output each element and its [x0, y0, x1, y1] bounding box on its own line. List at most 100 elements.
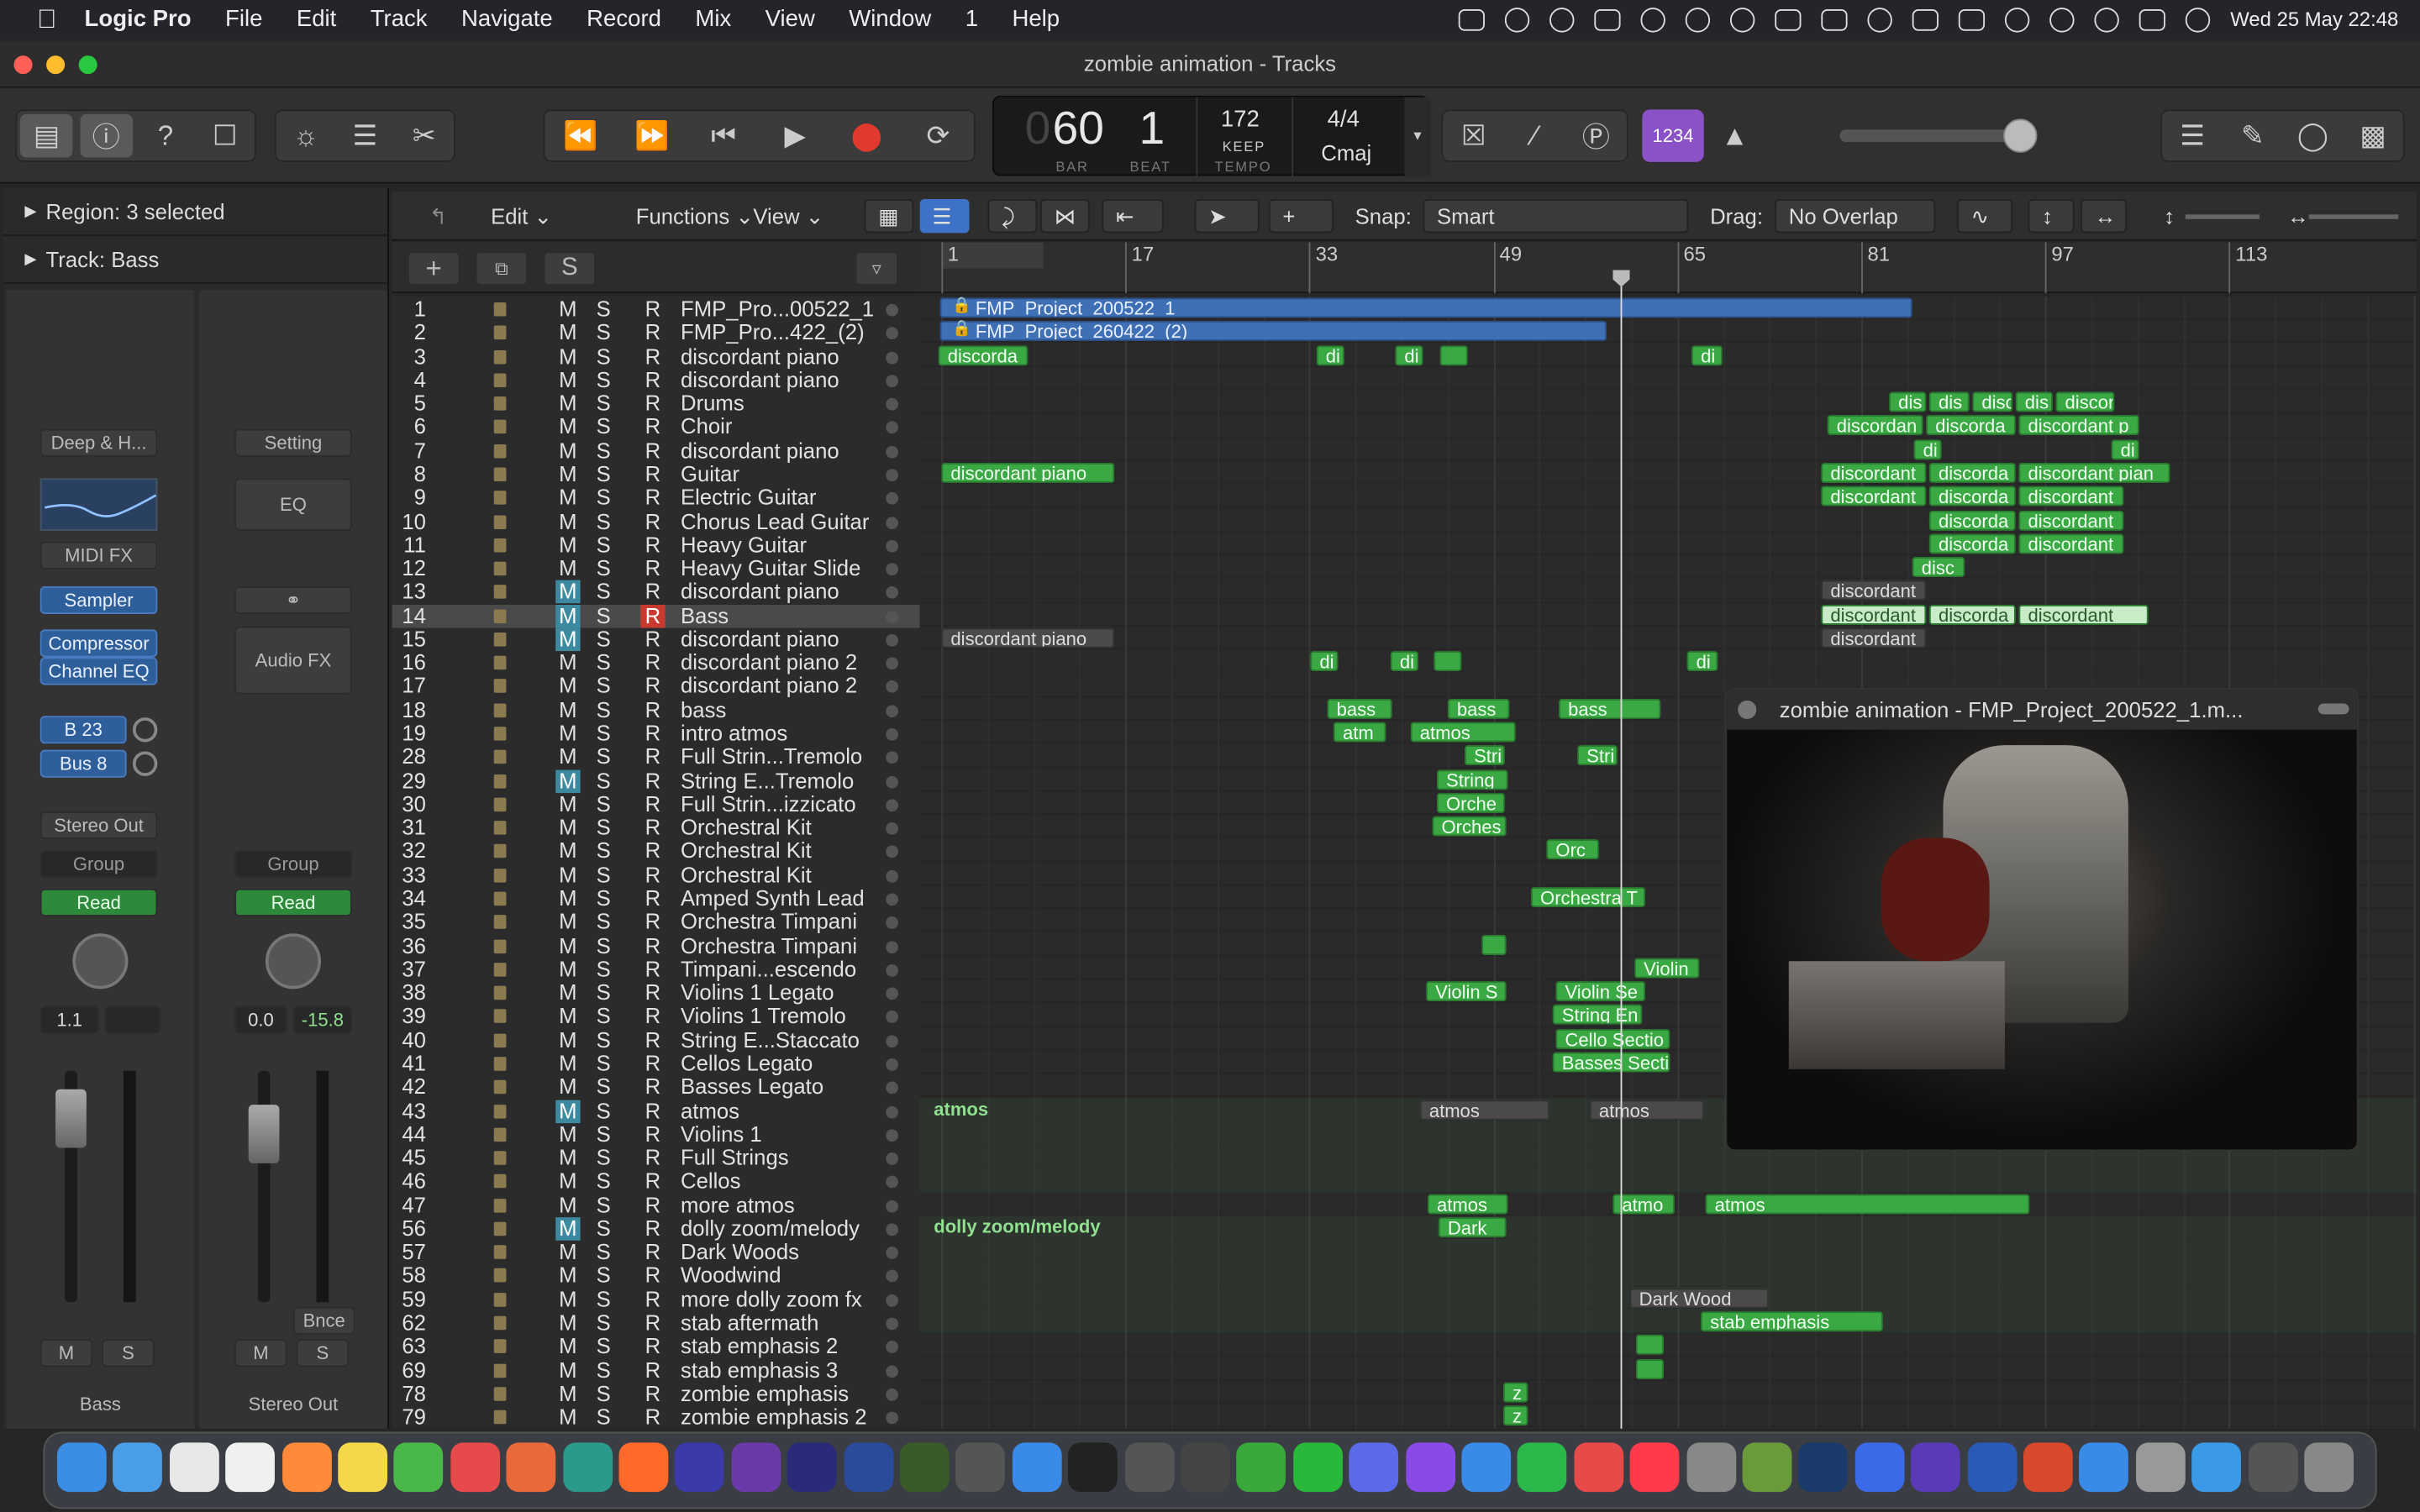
- region[interactable]: discordant: [1821, 604, 1927, 625]
- solo-mode-icon[interactable]: Ⓟ: [1570, 114, 1622, 157]
- movie-window[interactable]: zombie animation - FMP_Project_200522_1.…: [1725, 688, 2359, 1152]
- track-name[interactable]: Cellos: [681, 1170, 904, 1194]
- track-solo-button[interactable]: S: [591, 321, 615, 345]
- movie-close-button[interactable]: [1738, 700, 1757, 719]
- track-on-icon[interactable]: [886, 1200, 898, 1212]
- region[interactable]: discordant pian: [2018, 462, 2170, 483]
- region[interactable]: atmos: [1419, 1099, 1550, 1120]
- track-mute-button[interactable]: M: [555, 1240, 580, 1264]
- track-mute-button[interactable]: M: [555, 321, 580, 345]
- menu-record[interactable]: Record: [587, 6, 661, 32]
- track-header-row[interactable]: 17 M S Rdiscordant piano 2: [392, 675, 920, 699]
- track-mute-button[interactable]: M: [555, 980, 580, 1005]
- preview-icon[interactable]: [2135, 1442, 2186, 1493]
- track-record-button[interactable]: R: [640, 698, 665, 722]
- track-name[interactable]: String E...Staccato: [681, 1028, 904, 1052]
- solo-button[interactable]: S: [296, 1339, 350, 1368]
- track-mute-button[interactable]: M: [555, 863, 580, 887]
- group-slot[interactable]: Group: [39, 850, 158, 879]
- track-mute-button[interactable]: M: [555, 839, 580, 864]
- track-mute-button[interactable]: M: [555, 415, 580, 439]
- menu-app-name[interactable]: Logic Pro: [85, 6, 192, 32]
- track-name[interactable]: stab emphasis 2: [681, 1335, 904, 1358]
- catch-icon[interactable]: ⇤: [1102, 198, 1164, 234]
- track-on-icon[interactable]: [886, 775, 898, 788]
- list-editors-icon[interactable]: ☰: [2166, 114, 2218, 157]
- track-name[interactable]: discordant piano: [681, 345, 904, 369]
- track-header-row[interactable]: 39 M S R Violins 1 Tremolo: [392, 1005, 920, 1028]
- group-slot[interactable]: Group: [234, 850, 352, 879]
- track-solo-button[interactable]: S: [591, 1099, 615, 1123]
- track-mute-button[interactable]: M: [555, 1122, 580, 1147]
- news-icon[interactable]: [1574, 1442, 1623, 1493]
- finder-2-icon[interactable]: [1854, 1442, 1905, 1493]
- track-mute-button[interactable]: M: [555, 722, 580, 746]
- track-name[interactable]: Amped Synth Lead: [681, 887, 904, 911]
- region[interactable]: bass: [1559, 698, 1661, 719]
- region[interactable]: FMP_Project_260422_(2): [939, 321, 1607, 342]
- track-name[interactable]: Orchestra Timpani: [681, 911, 904, 934]
- track-solo-button[interactable]: S: [591, 722, 615, 746]
- track-header-row[interactable]: 40 M S R String E...Staccato: [392, 1028, 920, 1052]
- fader-cap[interactable]: [55, 1089, 87, 1148]
- messages-icon[interactable]: [1236, 1442, 1286, 1493]
- track-name[interactable]: Violins 1 Legato: [681, 981, 904, 1005]
- region[interactable]: discorda: [1928, 486, 2016, 507]
- track-lane[interactable]: [919, 579, 2417, 603]
- sync-icon[interactable]: [1505, 7, 1530, 32]
- track-header-row[interactable]: 34 M S R Amped Synth Lead: [392, 886, 920, 911]
- track-record-button[interactable]: R: [640, 603, 666, 627]
- instagram-icon[interactable]: [506, 1442, 556, 1493]
- track-record-button[interactable]: R: [640, 980, 665, 1005]
- track-record-button[interactable]: R: [640, 1263, 665, 1288]
- add-track-button[interactable]: +: [407, 251, 460, 286]
- powerpoint-icon[interactable]: [2023, 1442, 2073, 1493]
- track-record-button[interactable]: R: [640, 415, 665, 439]
- track-solo-button[interactable]: S: [591, 1122, 615, 1147]
- track-mute-button[interactable]: M: [555, 344, 580, 369]
- region[interactable]: atmos: [1427, 1193, 1508, 1214]
- region[interactable]: FMP_Project_200522_1: [939, 297, 1912, 318]
- track-solo-button[interactable]: S: [591, 745, 615, 769]
- folder-region-label[interactable]: atmos: [934, 1098, 988, 1120]
- track-lane[interactable]: [919, 627, 2417, 650]
- track-mute-button[interactable]: M: [555, 1193, 580, 1217]
- track-solo-button[interactable]: S: [591, 839, 615, 864]
- track-name[interactable]: FMP_Pro...422_(2): [681, 322, 904, 345]
- battery-icon[interactable]: [1959, 8, 1986, 30]
- track-mute-button[interactable]: M: [555, 1052, 580, 1076]
- teams-icon[interactable]: [1911, 1442, 1960, 1493]
- track-name[interactable]: String E...Tremolo: [681, 769, 904, 793]
- track-lane[interactable]: [919, 650, 2417, 674]
- track-solo-button[interactable]: S: [591, 957, 615, 981]
- track-on-icon[interactable]: [886, 1105, 898, 1118]
- track-mute-button[interactable]: M: [555, 603, 581, 627]
- menu-file[interactable]: File: [225, 6, 262, 32]
- region[interactable]: z: [1502, 1382, 1528, 1403]
- track-header-row[interactable]: 16 M S Rdiscordant piano 2: [392, 651, 920, 675]
- track-name[interactable]: Orchestral Kit: [681, 840, 904, 864]
- track-solo-button[interactable]: S: [591, 863, 615, 887]
- time-machine-icon[interactable]: [2049, 7, 2075, 32]
- track-solo-button[interactable]: S: [591, 1169, 615, 1194]
- track-name[interactable]: Woodwind: [681, 1264, 904, 1288]
- maps-icon[interactable]: [394, 1442, 444, 1493]
- track-solo-button[interactable]: S: [591, 1193, 615, 1217]
- disclosure-icon[interactable]: ▶: [24, 250, 36, 267]
- track-header-row[interactable]: 44 M S R Violins 1: [392, 1122, 920, 1147]
- track-record-button[interactable]: R: [640, 1099, 665, 1123]
- track-mute-button[interactable]: M: [555, 462, 580, 486]
- photoshop-icon[interactable]: [843, 1442, 893, 1493]
- media-encoder-icon[interactable]: [731, 1442, 781, 1493]
- region[interactable]: disc: [1972, 391, 2013, 412]
- track-record-button[interactable]: R: [640, 1193, 665, 1217]
- track-name[interactable]: Orchestral Kit: [681, 816, 904, 840]
- track-mute-button[interactable]: M: [555, 675, 580, 699]
- track-header-row[interactable]: 28 M S R Full Strin...Tremolo: [392, 745, 920, 769]
- replace-icon[interactable]: ☒: [1448, 114, 1500, 157]
- track-solo-button[interactable]: S: [591, 792, 615, 816]
- track-inspector-header[interactable]: ▶ Track: Bass: [3, 236, 388, 284]
- metronome-icon[interactable]: ▲: [1708, 114, 1760, 157]
- track-on-icon[interactable]: [886, 1388, 898, 1401]
- track-record-button[interactable]: R: [640, 1146, 665, 1170]
